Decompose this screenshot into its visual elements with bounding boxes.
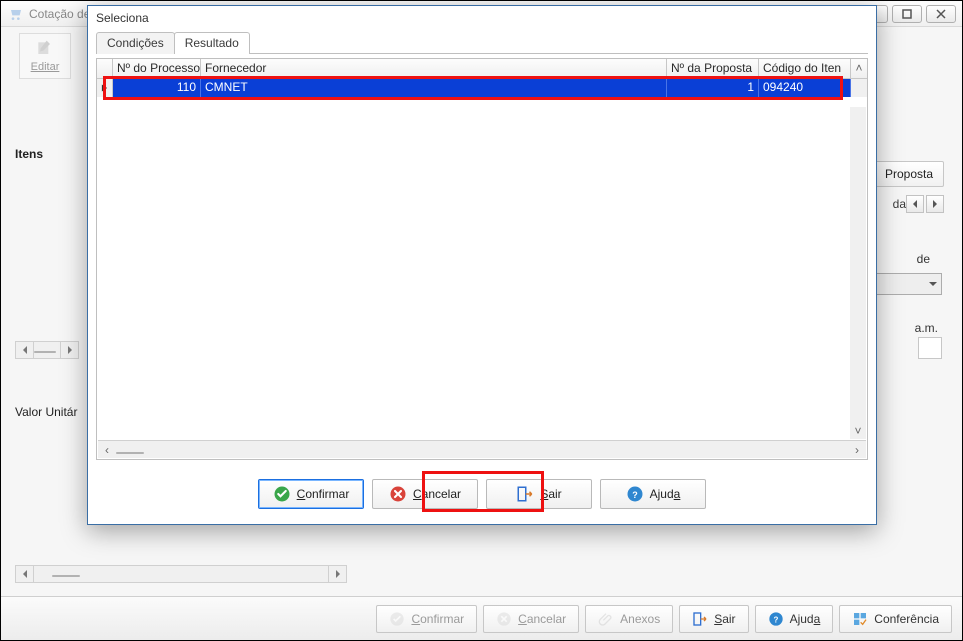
- grid-header: Nº do Processo Fornecedor Nº da Proposta…: [97, 59, 867, 79]
- parent-confirmar-button[interactable]: CConfirmaronfirmar: [376, 605, 477, 633]
- parent-confirmar-label: CConfirmaronfirmar: [411, 612, 464, 626]
- grid-scroll-left[interactable]: ‹: [98, 442, 116, 458]
- dialog-sair-button[interactable]: Sair: [486, 479, 592, 509]
- maximize-button[interactable]: [892, 5, 922, 23]
- cell-codigo: 094240: [759, 79, 851, 97]
- dialog-ajuda-button[interactable]: ? Ajuda: [600, 479, 706, 509]
- dialog-ajuda-label: Ajuda: [650, 487, 681, 501]
- chevron-down-icon: [928, 279, 938, 289]
- grid-vertical-scrollbar[interactable]: ˅: [850, 107, 866, 439]
- col-processo[interactable]: Nº do Processo: [113, 59, 201, 78]
- x-circle-icon: [389, 485, 407, 503]
- dialog-cancelar-label: Cancelar: [413, 487, 461, 501]
- check-circle-icon: [273, 485, 291, 503]
- close-button[interactable]: [926, 5, 956, 23]
- parent-anexos-label: Anexos: [620, 612, 660, 626]
- grid-scroll-down[interactable]: ˅: [850, 423, 866, 439]
- proposta-label: Proposta: [885, 167, 933, 181]
- help-icon: ?: [768, 611, 784, 627]
- grid-hscroll-thumb[interactable]: [116, 452, 144, 454]
- parent-sair-label: Sair: [714, 612, 735, 626]
- grid-horizontal-scrollbar[interactable]: ‹ ›: [98, 440, 866, 458]
- parent-cancelar-label: Cancelar: [518, 612, 566, 626]
- conference-icon: [852, 611, 868, 627]
- cell-proposta: 1: [667, 79, 759, 97]
- parent-bottom-toolbar: CConfirmaronfirmar Cancelar Anexos Sair …: [1, 596, 962, 640]
- parent-ajuda-button[interactable]: ? Ajuda: [755, 605, 834, 633]
- row-marker-icon: [97, 79, 113, 97]
- edit-icon: [35, 39, 55, 59]
- x-circle-icon: [496, 611, 512, 627]
- editar-label: Editar: [31, 61, 60, 73]
- dialog-tabs: Condições Resultado: [96, 30, 868, 54]
- col-fornecedor[interactable]: Fornecedor: [201, 59, 667, 78]
- de-combo[interactable]: [870, 273, 942, 295]
- check-circle-icon: [389, 611, 405, 627]
- svg-text:?: ?: [632, 490, 638, 500]
- editar-button[interactable]: Editar: [19, 33, 71, 79]
- parent-conferencia-label: Conferência: [874, 612, 939, 626]
- help-icon: ?: [626, 485, 644, 503]
- result-grid: Nº do Processo Fornecedor Nº da Proposta…: [96, 58, 868, 460]
- proposta-button[interactable]: Proposta: [874, 161, 944, 187]
- parent-ajuda-label: Ajuda: [790, 612, 821, 626]
- tab-condicoes[interactable]: Condições: [96, 32, 175, 54]
- parent-anexos-button[interactable]: Anexos: [585, 605, 673, 633]
- left-lower-scroll[interactable]: [15, 565, 347, 583]
- am-label: a.m.: [915, 321, 938, 335]
- dialog-confirmar-button[interactable]: Confirmar: [258, 479, 364, 509]
- dialog-body: Condições Resultado Nº do Processo Forne…: [96, 30, 868, 516]
- grid-header-rowmark: [97, 59, 113, 78]
- col-proposta[interactable]: Nº da Proposta: [667, 59, 759, 78]
- de-label: de: [917, 252, 930, 266]
- itens-label: Itens: [15, 147, 43, 161]
- dialog-title: Seleciona: [88, 6, 876, 30]
- parent-conferencia-button[interactable]: Conferência: [839, 605, 952, 633]
- seleciona-dialog: Seleciona Condições Resultado Nº do Proc…: [87, 5, 877, 525]
- dialog-sair-label: Sair: [540, 487, 561, 501]
- app-cart-icon: [7, 6, 23, 22]
- grid-scroll-up[interactable]: ˄: [851, 59, 867, 78]
- dialog-button-row: Confirmar Cancelar Sair ? Ajuda: [96, 472, 868, 516]
- parent-sair-button[interactable]: Sair: [679, 605, 748, 633]
- am-box[interactable]: [918, 337, 942, 359]
- cell-processo: 110: [113, 79, 201, 97]
- left-mini-scroll[interactable]: [15, 341, 79, 359]
- dialog-cancelar-button[interactable]: Cancelar: [372, 479, 478, 509]
- cell-vscroll-gutter: [851, 79, 867, 97]
- scroll-right-button[interactable]: [926, 195, 944, 213]
- svg-text:?: ?: [773, 615, 778, 624]
- tab-resultado[interactable]: Resultado: [174, 32, 250, 54]
- exit-icon: [516, 485, 534, 503]
- cell-fornecedor: CMNET: [201, 79, 667, 97]
- valor-unitario-label: Valor Unitár: [15, 405, 77, 419]
- clip-icon: [598, 611, 614, 627]
- col-codigo[interactable]: Código do Iten: [759, 59, 851, 78]
- grid-row-selected[interactable]: 110 CMNET 1 094240: [97, 79, 867, 97]
- scroll-left-button[interactable]: [906, 195, 924, 213]
- exit-icon: [692, 611, 708, 627]
- dialog-confirmar-label: Confirmar: [297, 487, 350, 501]
- parent-cancelar-button[interactable]: Cancelar: [483, 605, 579, 633]
- grid-scroll-right[interactable]: ›: [848, 442, 866, 458]
